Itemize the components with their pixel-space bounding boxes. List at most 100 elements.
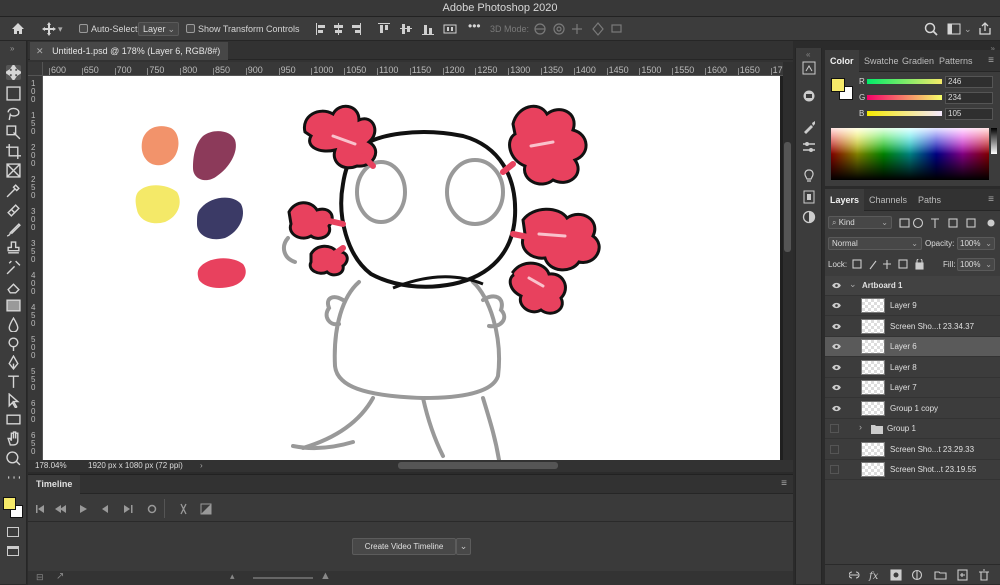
- expand-group-icon[interactable]: ›: [859, 422, 862, 432]
- rectangle-icon[interactable]: [6, 412, 21, 427]
- visibility-eye-icon[interactable]: [832, 364, 841, 371]
- create-video-timeline-button[interactable]: Create Video Timeline: [352, 538, 456, 555]
- convert-icon[interactable]: ↗: [56, 571, 64, 582]
- visibility-toggle-empty[interactable]: [830, 424, 839, 433]
- layer-row[interactable]: Screen Shot...t 23.19.55: [825, 460, 1000, 480]
- tab-gradients[interactable]: Gradien: [902, 50, 934, 72]
- dodge-icon[interactable]: [6, 336, 21, 351]
- pen-icon[interactable]: [6, 355, 21, 370]
- vertical-ruler[interactable]: 1 0 0 1 5 0 2 0 0 2 5 0 3 0 0 3 5 0 4 0 0 4 5 0…: [28, 76, 43, 460]
- timeline-type-dropdown[interactable]: ⌄: [456, 538, 471, 555]
- tab-layers[interactable]: Layers: [825, 189, 865, 211]
- layer-row[interactable]: Group 1 copy: [825, 399, 1000, 419]
- zoom-out-icon[interactable]: ▴: [230, 571, 235, 582]
- history-icon[interactable]: [802, 61, 816, 75]
- tab-timeline[interactable]: Timeline: [28, 475, 81, 494]
- eyedropper-icon[interactable]: [6, 183, 21, 198]
- opacity-field[interactable]: 100% ⌄: [957, 237, 995, 250]
- color-panel-menu-icon[interactable]: ≡: [988, 55, 994, 66]
- b-slider[interactable]: [867, 111, 942, 116]
- visibility-eye-icon[interactable]: [832, 302, 841, 309]
- status-scrollbar-thumb[interactable]: [398, 462, 558, 469]
- screen-mode-icon[interactable]: [7, 546, 19, 556]
- align-icons[interactable]: [316, 23, 464, 35]
- timeline-settings-icon[interactable]: ⊟: [36, 572, 44, 583]
- zoom-in-icon[interactable]: ▲: [320, 570, 331, 582]
- b-value-field[interactable]: 105: [945, 108, 993, 120]
- layer-filter-icons[interactable]: [899, 217, 997, 229]
- visibility-eye-icon[interactable]: [832, 405, 841, 412]
- layers-panel-menu-icon[interactable]: ≡: [988, 194, 994, 205]
- properties-icon[interactable]: [802, 89, 816, 103]
- eraser-icon[interactable]: [6, 280, 21, 295]
- artwork[interactable]: [43, 76, 780, 460]
- frame-icon[interactable]: [6, 163, 21, 178]
- lasso-icon[interactable]: [6, 106, 21, 121]
- fill-field[interactable]: 100% ⌄: [957, 258, 995, 271]
- collapse-strip-icon[interactable]: «: [806, 50, 810, 59]
- r-value-field[interactable]: 246: [945, 76, 993, 88]
- blend-mode-dropdown[interactable]: Normal ⌄: [828, 237, 922, 250]
- path-select-icon[interactable]: [6, 393, 21, 408]
- layer-row[interactable]: Screen Sho...t 23.34.37: [825, 317, 1000, 337]
- learn-icon[interactable]: [802, 169, 816, 183]
- tab-channels[interactable]: Channels: [869, 189, 907, 211]
- layer-actions-icons[interactable]: fx: [849, 569, 999, 581]
- search-icon[interactable]: [924, 22, 938, 36]
- show-transform-checkbox[interactable]: Show Transform Controls: [186, 22, 300, 36]
- move-tool-icon[interactable]: [42, 22, 56, 36]
- marquee-icon[interactable]: [6, 86, 21, 101]
- home-icon[interactable]: [11, 22, 25, 35]
- history-brush-icon[interactable]: [6, 260, 21, 275]
- tab-swatches[interactable]: Swatche: [864, 50, 899, 72]
- more-icon[interactable]: [6, 470, 21, 485]
- visibility-eye-icon[interactable]: [832, 384, 841, 391]
- layer-row[interactable]: Layer 6: [825, 337, 1000, 357]
- visibility-toggle-empty[interactable]: [830, 465, 839, 474]
- tab-document[interactable]: ✕ Untitled-1.psd @ 178% (Layer 6, RGB/8#…: [30, 42, 229, 60]
- artboard[interactable]: [43, 76, 780, 460]
- close-tab-icon[interactable]: ✕: [36, 46, 44, 56]
- artboard-row[interactable]: ⌄ Artboard 1: [825, 276, 1000, 296]
- adjustments-icon[interactable]: [802, 140, 816, 154]
- crop-icon[interactable]: [6, 144, 21, 159]
- tab-color[interactable]: Color: [825, 50, 859, 72]
- blur-icon[interactable]: [6, 317, 21, 332]
- layer-row[interactable]: Layer 7: [825, 378, 1000, 398]
- chevron-down-icon[interactable]: ▾: [58, 22, 63, 36]
- layer-row[interactable]: Layer 8: [825, 358, 1000, 378]
- lock-icons[interactable]: [852, 259, 926, 270]
- libraries-icon[interactable]: [802, 190, 816, 204]
- foreground-color-swatch-top[interactable]: [831, 78, 845, 92]
- g-slider[interactable]: [867, 95, 942, 100]
- layer-row[interactable]: › Group 1: [825, 419, 1000, 439]
- move-icon[interactable]: [6, 65, 21, 80]
- vertical-scrollbar[interactable]: [783, 62, 793, 460]
- gradient-icon[interactable]: [6, 298, 21, 313]
- vertical-scrollbar-thumb[interactable]: [784, 142, 791, 252]
- visibility-eye-icon[interactable]: [832, 282, 841, 289]
- auto-select-checkbox[interactable]: Auto-Select:: [79, 22, 140, 36]
- expand-artboard-icon[interactable]: ⌄: [849, 279, 857, 290]
- toolbar-foreground-swatch[interactable]: [3, 497, 16, 510]
- auto-select-dropdown[interactable]: Layer ⌄: [138, 22, 179, 36]
- layer-row[interactable]: Screen Sho...t 23.29.33: [825, 440, 1000, 460]
- timeline-menu-icon[interactable]: ≡: [781, 478, 787, 489]
- brush-settings-icon[interactable]: [802, 120, 816, 134]
- object-select-icon[interactable]: [6, 125, 21, 140]
- tab-paths[interactable]: Paths: [918, 189, 941, 211]
- r-slider[interactable]: [867, 79, 942, 84]
- zoom-icon[interactable]: [6, 451, 21, 466]
- tab-patterns[interactable]: Patterns: [939, 50, 973, 72]
- g-value-field[interactable]: 234: [945, 92, 993, 104]
- quick-mask-icon[interactable]: [7, 527, 19, 537]
- color-themes-icon[interactable]: [802, 210, 816, 224]
- type-icon[interactable]: [6, 374, 21, 389]
- workspace-chevron-icon[interactable]: ⌄: [964, 22, 972, 36]
- timeline-zoom-slider[interactable]: [253, 577, 313, 579]
- share-icon[interactable]: [978, 22, 992, 36]
- layer-filter-dropdown[interactable]: ⌕ Kind ⌄: [828, 216, 892, 229]
- zoom-level[interactable]: 178.04%: [35, 460, 67, 472]
- workspace-icon[interactable]: [947, 22, 963, 36]
- healing-icon[interactable]: [6, 203, 21, 218]
